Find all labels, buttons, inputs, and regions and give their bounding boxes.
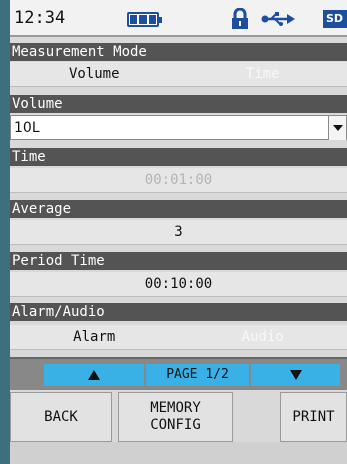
sd-card-icon: SD (323, 10, 347, 28)
arrow-up-icon (88, 369, 100, 380)
average-value[interactable]: 3 (10, 220, 347, 245)
page-nav-bar: PAGE 1/2 (10, 357, 347, 390)
measurement-mode-header: Measurement Mode (10, 43, 347, 61)
page-indicator: PAGE 1/2 (146, 364, 249, 386)
time-value: 00:01:00 (10, 168, 347, 193)
time-header: Time (10, 148, 347, 166)
alarm-audio-option-audio[interactable]: Audio (179, 325, 347, 349)
lock-icon (232, 8, 248, 29)
page-up-button[interactable] (44, 364, 144, 386)
chevron-down-icon[interactable] (328, 116, 346, 140)
measurement-mode-option-time[interactable]: Time (179, 62, 347, 86)
volume-select[interactable]: 10L (10, 115, 347, 140)
clock: 12:34 (14, 8, 66, 28)
measurement-mode-option-volume[interactable]: Volume (10, 62, 179, 86)
alarm-audio-option-alarm[interactable]: Alarm (10, 325, 179, 349)
average-header: Average (10, 200, 347, 218)
bottom-strip (10, 442, 347, 464)
volume-value: 10L (14, 120, 40, 136)
status-bar: 12:34 SD (10, 0, 347, 37)
button-row: BACK MEMORY CONFIG PRINT (10, 392, 347, 442)
battery-icon (127, 12, 162, 27)
arrow-down-icon (289, 369, 302, 380)
alarm-audio-toggle[interactable]: Alarm Audio (10, 325, 347, 350)
volume-header: Volume (10, 95, 347, 113)
alarm-audio-header: Alarm/Audio (10, 303, 347, 321)
measurement-mode-toggle[interactable]: Volume Time (10, 62, 347, 87)
usb-icon (261, 12, 295, 26)
back-button[interactable]: BACK (10, 392, 112, 442)
page-down-button[interactable] (251, 364, 340, 386)
memory-config-button[interactable]: MEMORY CONFIG (118, 392, 233, 442)
device-screen: 12:34 SD Measurement Mode Volume Time Vo… (10, 0, 347, 464)
print-button[interactable]: PRINT (280, 392, 347, 442)
period-time-value[interactable]: 00:10:00 (10, 272, 347, 297)
period-time-header: Period Time (10, 252, 347, 270)
